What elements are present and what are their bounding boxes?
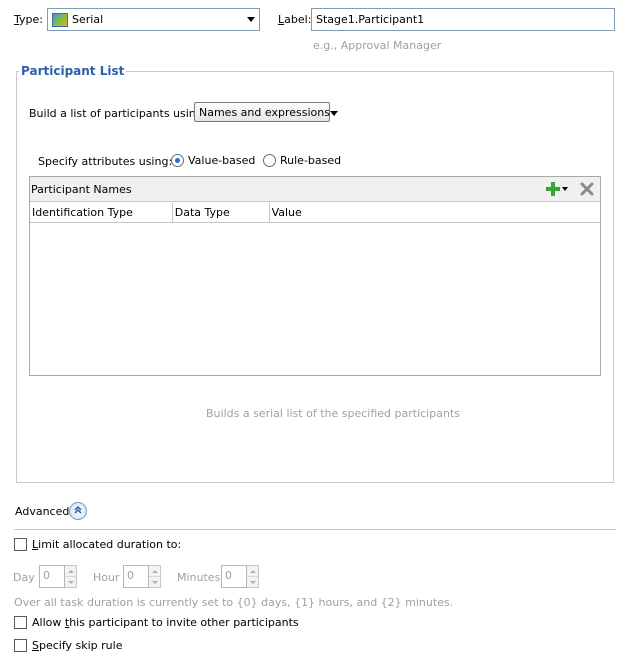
radio-value-based-label: Value-based xyxy=(188,154,256,167)
radio-rule-based[interactable]: Rule-based xyxy=(263,154,341,167)
type-select-value: Serial xyxy=(72,13,104,26)
participant-list-description: Builds a serial list of the specified pa… xyxy=(206,407,460,420)
label-field-value: Stage1.Participant1 xyxy=(316,13,425,26)
skip-rule-label: Specify skip rule xyxy=(32,639,123,652)
skip-rule-box[interactable] xyxy=(14,639,27,652)
table-header: Identification Type Data Type Value xyxy=(30,203,600,223)
duration-note: Over all task duration is currently set … xyxy=(14,596,454,609)
chevron-down-icon xyxy=(243,9,259,30)
participant-names-table: Participant Names Identification Type Da… xyxy=(29,176,601,376)
limit-duration-label: Limit allocated duration to: xyxy=(32,538,182,551)
remove-button[interactable] xyxy=(580,182,594,199)
chevron-up-double-icon xyxy=(73,505,83,518)
build-label: Build a list of participants using: xyxy=(29,107,207,120)
add-button[interactable] xyxy=(546,181,570,197)
allow-invite-box[interactable] xyxy=(14,616,27,629)
minutes-field[interactable]: 0 xyxy=(221,565,247,588)
skip-rule-checkbox[interactable]: Specify skip rule xyxy=(14,639,122,652)
specify-label: Specify attributes using: xyxy=(38,155,173,168)
build-select[interactable]: Names and expressions xyxy=(194,102,338,122)
minutes-spinner[interactable]: 0 xyxy=(221,565,259,588)
radio-value-based[interactable]: Value-based xyxy=(171,154,255,167)
hour-label: Hour xyxy=(93,571,120,584)
limit-duration-box[interactable] xyxy=(14,538,27,551)
allow-invite-label: Allow this participant to invite other p… xyxy=(32,616,299,629)
hour-spinner[interactable]: 0 xyxy=(123,565,161,588)
build-select-value: Names and expressions xyxy=(199,105,330,119)
spin-down-icon[interactable] xyxy=(247,576,258,587)
chevron-down-icon xyxy=(329,106,338,119)
allow-invite-checkbox[interactable]: Allow this participant to invite other p… xyxy=(14,616,299,629)
day-spinner[interactable]: 0 xyxy=(39,565,77,588)
radio-rule-based-dot[interactable] xyxy=(263,154,276,167)
label-field[interactable]: Stage1.Participant1 xyxy=(311,8,615,31)
label-hint: e.g., Approval Manager xyxy=(313,39,442,52)
radio-rule-based-label: Rule-based xyxy=(280,154,342,167)
type-label: Type: xyxy=(14,13,43,26)
table-toolbar: Participant Names xyxy=(30,177,600,202)
spin-up-icon[interactable] xyxy=(247,566,258,576)
table-title: Participant Names xyxy=(31,182,132,196)
serial-icon xyxy=(52,12,68,27)
column-header[interactable]: Data Type xyxy=(173,203,270,222)
advanced-label: Advanced xyxy=(15,505,70,518)
spin-up-icon[interactable] xyxy=(149,566,160,576)
spin-down-icon[interactable] xyxy=(149,576,160,587)
type-select[interactable]: Serial xyxy=(47,8,260,31)
day-field[interactable]: 0 xyxy=(39,565,65,588)
spin-down-icon[interactable] xyxy=(65,576,76,587)
delete-icon xyxy=(580,182,594,196)
radio-value-based-dot[interactable] xyxy=(171,154,184,167)
column-header[interactable]: Identification Type xyxy=(30,203,173,222)
minutes-label: Minutes xyxy=(177,571,221,584)
label-label: Label: xyxy=(278,13,312,26)
advanced-toggle-button[interactable] xyxy=(69,502,87,520)
participant-list-title: Participant List xyxy=(19,64,127,78)
hour-field[interactable]: 0 xyxy=(123,565,149,588)
day-label: Day xyxy=(13,571,35,584)
limit-duration-checkbox[interactable]: Limit allocated duration to: xyxy=(14,538,181,551)
column-header[interactable]: Value xyxy=(270,203,600,222)
spin-up-icon[interactable] xyxy=(65,566,76,576)
plus-icon xyxy=(546,182,560,196)
advanced-divider xyxy=(14,529,616,530)
chevron-down-icon xyxy=(562,187,568,191)
